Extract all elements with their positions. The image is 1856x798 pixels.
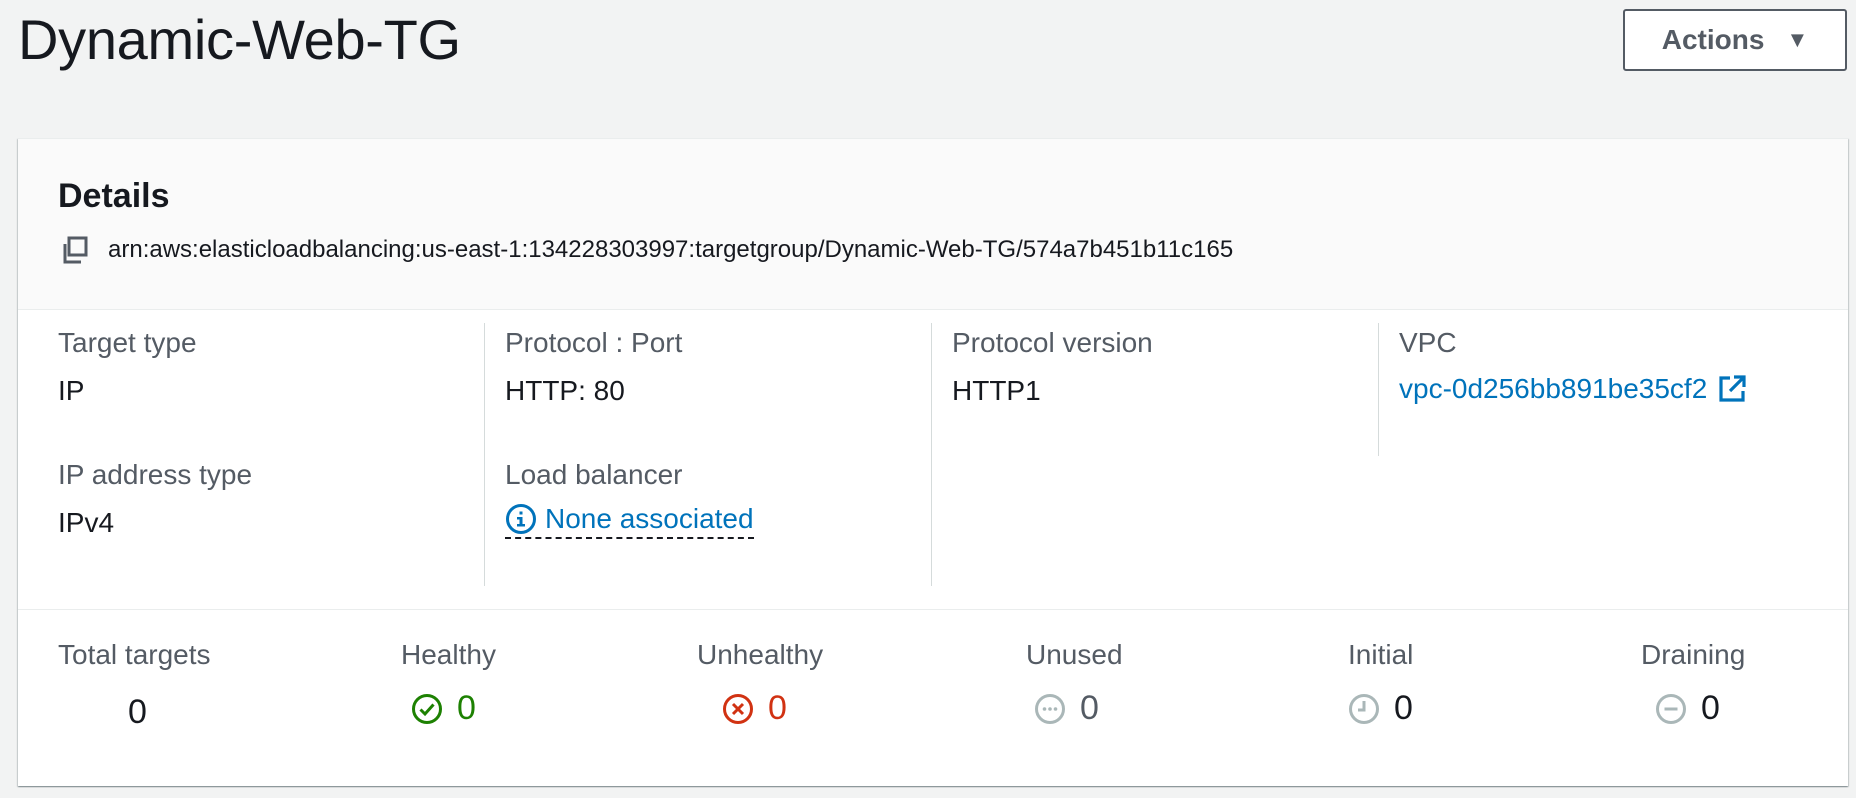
count-initial: Initial 0 [1348,639,1413,728]
ellipsis-circle-icon [1034,693,1066,725]
vpc-link[interactable]: vpc-0d256bb891be35cf2 [1399,373,1747,405]
unused-value: 0 [1080,689,1099,727]
initial-value: 0 [1394,689,1413,727]
count-draining: Draining 0 [1641,639,1745,728]
protocol-port-label: Protocol : Port [505,327,683,358]
attr-column-4: VPC vpc-0d256bb891be35cf2 [1378,323,1838,456]
load-balancer-value: None associated [505,503,754,539]
count-unused: Unused 0 [1026,639,1123,728]
vpc-link-text: vpc-0d256bb891be35cf2 [1399,373,1708,404]
healthy-label: Healthy [401,639,496,670]
details-card-header: Details arn:aws:elasticloadbalancing:us-… [18,139,1848,310]
section-divider [18,609,1848,610]
actions-button[interactable]: Actions ▼ [1623,9,1847,71]
load-balancer-label: Load balancer [505,459,683,490]
count-healthy: Healthy 0 [401,639,496,728]
check-circle-icon [411,693,443,725]
clock-icon [1348,693,1380,725]
actions-button-label: Actions [1661,24,1765,55]
target-type-label: Target type [58,327,197,358]
external-link-icon [1717,374,1747,404]
unhealthy-value: 0 [768,689,787,727]
arn-row: arn:aws:elasticloadbalancing:us-east-1:1… [60,235,1233,265]
minus-circle-icon [1655,693,1687,725]
total-targets-value: 0 [128,693,147,731]
none-associated-label: None associated [545,503,754,534]
none-associated-link[interactable]: None associated [505,503,754,539]
draining-label: Draining [1641,639,1746,670]
attr-column-3: Protocol version HTTP1 [931,323,1378,586]
ip-address-type-label: IP address type [58,459,253,490]
count-total: Total targets 0 [58,639,211,732]
unhealthy-label: Unhealthy [697,639,824,670]
total-targets-label: Total targets [58,639,211,670]
details-card: Details arn:aws:elasticloadbalancing:us-… [18,138,1848,786]
details-title: Details [58,177,170,215]
attr-column-2: Protocol : Port HTTP: 80 Load balancer N… [484,323,931,586]
unused-label: Unused [1026,639,1123,670]
page-title: Dynamic-Web-TG [18,8,461,71]
vpc-label: VPC [1399,327,1457,358]
protocol-port-value: HTTP: 80 [505,375,625,406]
protocol-version-label: Protocol version [952,327,1153,358]
healthy-value: 0 [457,689,476,727]
x-circle-icon [722,693,754,725]
ip-address-type-value: IPv4 [58,507,115,538]
caret-down-icon: ▼ [1786,27,1809,52]
arn-text: arn:aws:elasticloadbalancing:us-east-1:1… [108,236,1234,263]
copy-icon[interactable] [60,235,90,265]
initial-label: Initial [1348,639,1414,670]
attr-column-1: Target type IP IP address type IPv4 [18,323,411,586]
protocol-version-value: HTTP1 [952,375,1041,406]
info-icon [505,503,537,535]
target-type-value: IP [58,375,85,406]
draining-value: 0 [1701,689,1720,727]
count-unhealthy: Unhealthy 0 [697,639,823,728]
